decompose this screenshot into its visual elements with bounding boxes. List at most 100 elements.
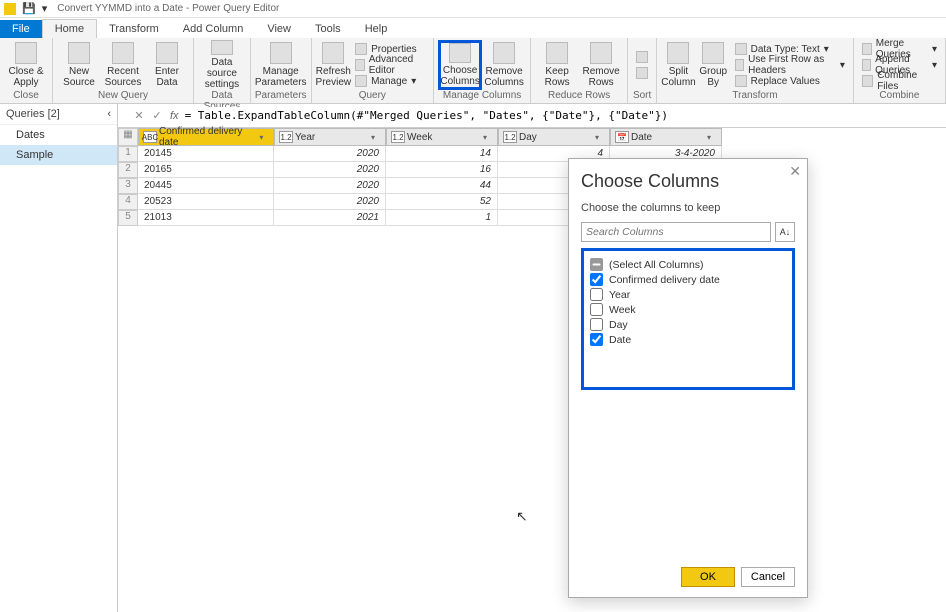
refresh-preview-button[interactable]: Refresh Preview	[316, 40, 352, 90]
query-item-dates[interactable]: Dates	[0, 125, 117, 145]
tab-tools[interactable]: Tools	[303, 20, 353, 38]
manage-parameters-button[interactable]: Manage Parameters	[259, 40, 303, 90]
formula-commit-icon[interactable]: ✓	[148, 107, 166, 125]
dialog-close-icon[interactable]: ✕	[789, 163, 801, 180]
tab-help[interactable]: Help	[353, 20, 400, 38]
cell[interactable]: 20165	[138, 162, 274, 178]
query-item-sample[interactable]: Sample	[0, 145, 117, 165]
combine-files-button[interactable]: Combine Files	[858, 73, 941, 89]
append-icon	[862, 59, 871, 71]
column-header[interactable]: 📅Date▾	[610, 128, 722, 146]
group-by-button[interactable]: Group By	[696, 40, 731, 90]
window-title: Convert YYMMD into a Date - Power Query …	[57, 3, 279, 14]
fx-icon[interactable]: fx	[170, 110, 179, 122]
close-apply-button[interactable]: Close & Apply	[4, 40, 48, 90]
table-row: 12014520201443-4-2020	[118, 146, 946, 162]
column-dropdown-icon[interactable]: ▾	[371, 133, 381, 142]
column-dropdown-icon[interactable]: ▾	[483, 133, 493, 142]
split-column-button[interactable]: Split Column	[661, 40, 696, 90]
cell[interactable]: 1	[386, 210, 498, 226]
column-header[interactable]: 1.2Year▾	[274, 128, 386, 146]
cell[interactable]: 20445	[138, 178, 274, 194]
dialog-title: Choose Columns	[581, 171, 795, 192]
group-new-query-label: New Query	[98, 90, 148, 102]
save-icon[interactable]: 💾	[22, 2, 36, 15]
cell[interactable]: 2020	[274, 194, 386, 210]
column-checkbox[interactable]	[590, 303, 603, 316]
dialog-cancel-button[interactable]: Cancel	[741, 567, 795, 587]
column-dropdown-icon[interactable]: ▾	[259, 133, 269, 142]
cell[interactable]: 44	[386, 178, 498, 194]
remove-columns-button[interactable]: Remove Columns	[482, 40, 526, 90]
remove-rows-button[interactable]: Remove Rows	[579, 40, 623, 90]
dialog-column-item[interactable]: Date	[588, 332, 788, 347]
dialog-column-item[interactable]: (Select All Columns)	[588, 257, 788, 272]
dialog-column-item[interactable]: Confirmed delivery date	[588, 272, 788, 287]
undo-dropdown-icon[interactable]: ▾	[42, 2, 48, 15]
cell[interactable]: 2020	[274, 162, 386, 178]
group-parameters-label: Parameters	[255, 90, 307, 102]
row-header[interactable]: 1	[118, 146, 138, 162]
cell[interactable]: 20523	[138, 194, 274, 210]
row-header[interactable]: 5	[118, 210, 138, 226]
new-source-button[interactable]: New Source	[57, 40, 101, 90]
group-by-icon	[702, 42, 724, 64]
enter-data-button[interactable]: Enter Data	[145, 40, 189, 90]
column-checkbox[interactable]	[590, 258, 603, 271]
tab-add-column[interactable]: Add Column	[171, 20, 256, 38]
choose-columns-icon	[449, 43, 471, 63]
dialog-column-item[interactable]: Week	[588, 302, 788, 317]
choose-columns-button[interactable]: Choose Columns	[438, 40, 482, 90]
replace-values-button[interactable]: Replace Values	[731, 73, 849, 89]
column-checkbox[interactable]	[590, 288, 603, 301]
cell[interactable]: 14	[386, 146, 498, 162]
tab-file[interactable]: File	[0, 20, 42, 38]
column-checkbox[interactable]	[590, 333, 603, 346]
queries-collapse-icon[interactable]: ‹	[107, 108, 111, 120]
cell[interactable]: 2020	[274, 178, 386, 194]
row-header[interactable]: 4	[118, 194, 138, 210]
cell[interactable]: 2020	[274, 146, 386, 162]
dialog-column-item[interactable]: Year	[588, 287, 788, 302]
column-checkbox[interactable]	[590, 273, 603, 286]
sort-asc-button[interactable]	[632, 49, 652, 65]
dialog-ok-button[interactable]: OK	[681, 567, 735, 587]
keep-rows-button[interactable]: Keep Rows	[535, 40, 579, 90]
dialog-column-item[interactable]: Day	[588, 317, 788, 332]
refresh-icon	[322, 42, 344, 64]
tab-transform[interactable]: Transform	[97, 20, 171, 38]
new-source-icon	[68, 42, 90, 64]
group-query-label: Query	[359, 90, 386, 102]
cell[interactable]: 21013	[138, 210, 274, 226]
corner-cell[interactable]: ▦	[118, 128, 138, 146]
dialog-search-input[interactable]	[581, 222, 771, 242]
cell[interactable]: 20145	[138, 146, 274, 162]
dialog-sort-button[interactable]: A↓	[775, 222, 795, 242]
first-row-icon	[735, 59, 745, 71]
row-header[interactable]: 2	[118, 162, 138, 178]
recent-sources-button[interactable]: Recent Sources	[101, 40, 145, 90]
column-checkbox[interactable]	[590, 318, 603, 331]
column-dropdown-icon[interactable]: ▾	[707, 133, 717, 142]
data-source-settings-button[interactable]: Data source settings	[200, 40, 244, 90]
advanced-editor-button[interactable]: Advanced Editor	[351, 57, 429, 73]
table-row: 420523202052	[118, 194, 946, 210]
column-header[interactable]: 1.2Day▾	[498, 128, 610, 146]
column-name: Year	[295, 132, 315, 143]
group-data-sources-label: Data Sources	[198, 90, 246, 102]
formula-input[interactable]	[183, 107, 946, 124]
row-header[interactable]: 3	[118, 178, 138, 194]
cell[interactable]: 52	[386, 194, 498, 210]
column-header[interactable]: ABCConfirmed delivery date▾	[138, 128, 274, 146]
cell[interactable]: 2021	[274, 210, 386, 226]
column-header[interactable]: 1.2Week▾	[386, 128, 498, 146]
tab-view[interactable]: View	[255, 20, 303, 38]
tab-home[interactable]: Home	[42, 19, 97, 38]
cell[interactable]: 16	[386, 162, 498, 178]
manage-button[interactable]: Manage ▾	[351, 73, 429, 89]
first-row-headers-button[interactable]: Use First Row as Headers ▾	[731, 57, 849, 73]
replace-values-icon	[735, 75, 747, 87]
sort-desc-button[interactable]	[632, 65, 652, 81]
formula-cancel-icon[interactable]: ✕	[130, 107, 148, 125]
column-dropdown-icon[interactable]: ▾	[595, 133, 605, 142]
